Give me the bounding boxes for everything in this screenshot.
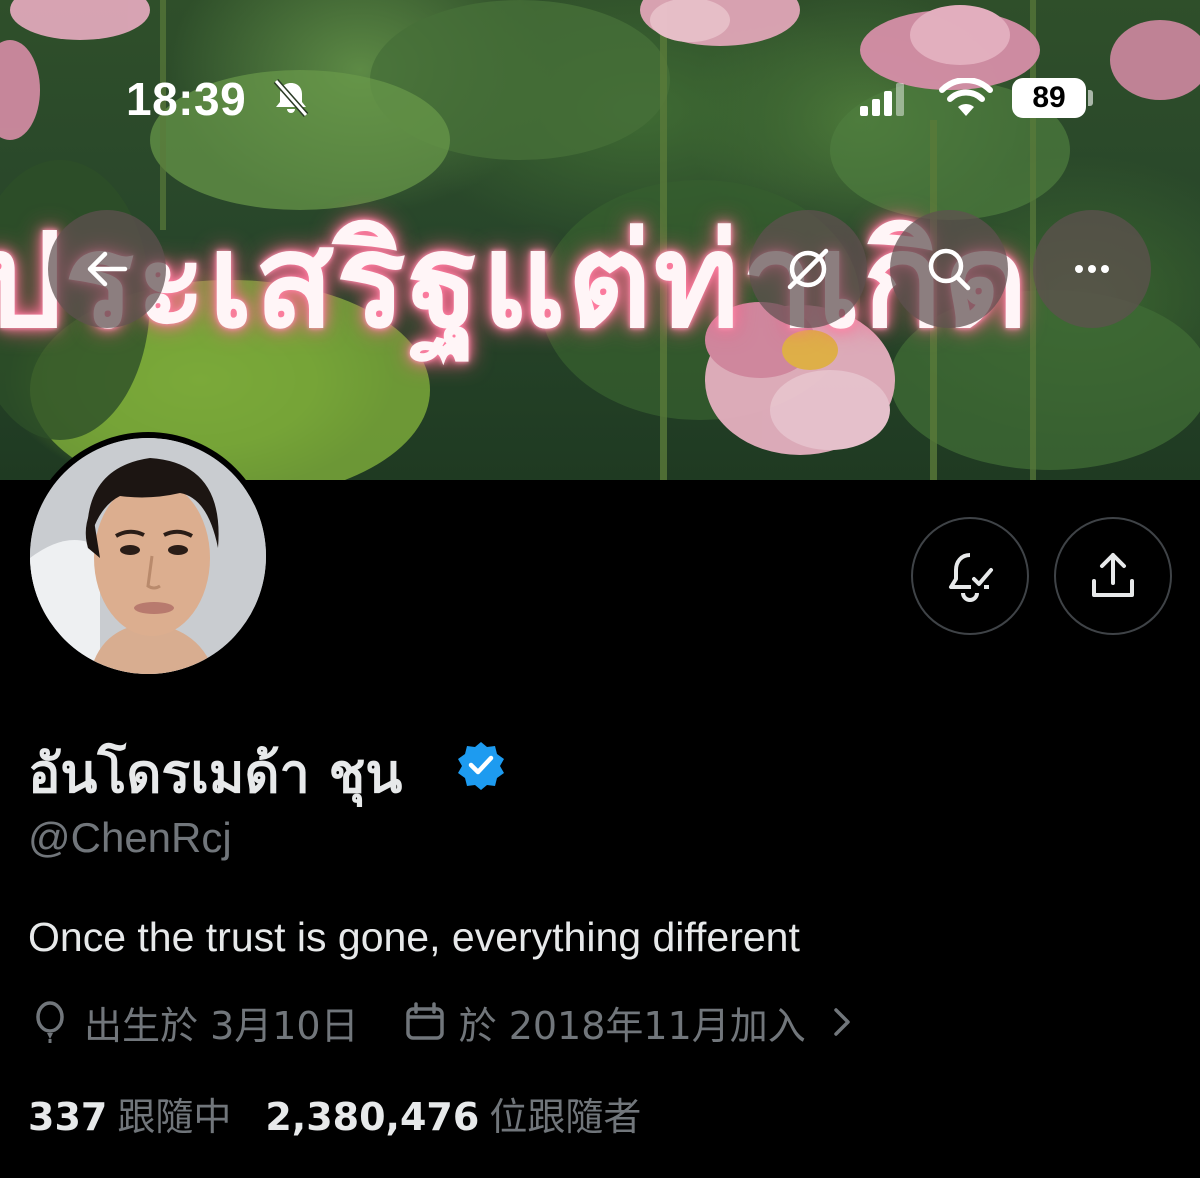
followers-count[interactable]: 2,380,476 xyxy=(265,1095,479,1139)
profile-meta: 出生於 3月10日 於 2018年11月加入 xyxy=(28,996,864,1048)
cellular-signal-icon xyxy=(860,83,904,116)
display-name: อันโดรเมด้า ชุน xyxy=(28,742,403,805)
back-button[interactable] xyxy=(48,210,166,328)
search-icon xyxy=(928,248,971,291)
status-time: 18:39 xyxy=(126,73,247,125)
balloon-icon xyxy=(36,1001,64,1043)
user-handle: @ChenRcj xyxy=(28,814,232,861)
birthday-text: 出生於 3月10日 xyxy=(84,1003,359,1048)
followers-label[interactable]: 位跟隨者 xyxy=(489,1086,641,1141)
wifi-icon xyxy=(939,78,993,116)
joined-item[interactable]: 於 2018年11月加入 xyxy=(403,995,864,1050)
avatar[interactable] xyxy=(24,432,272,680)
grok-button[interactable] xyxy=(749,210,867,328)
more-icon xyxy=(1075,265,1109,273)
profile-bio: Once the trust is gone, everything diffe… xyxy=(28,914,800,960)
bell-muted-icon xyxy=(273,79,309,117)
calendar-icon xyxy=(405,1002,444,1040)
notifications-button[interactable] xyxy=(911,517,1029,635)
battery-icon: 89 xyxy=(1012,78,1086,118)
share-icon xyxy=(1092,553,1134,597)
joined-text: 於 2018年11月加入 xyxy=(458,1003,806,1048)
search-button[interactable] xyxy=(890,210,1008,328)
following-label[interactable]: 跟隨中 xyxy=(117,1086,231,1141)
follow-stats: 337 跟隨中 2,380,476 位跟隨者 xyxy=(28,1086,641,1141)
grok-icon xyxy=(787,248,829,290)
avatar-image xyxy=(30,438,266,674)
avatar-portrait xyxy=(30,438,266,674)
back-arrow-icon xyxy=(87,251,128,287)
notification-bell-icon xyxy=(949,553,993,602)
more-button[interactable] xyxy=(1033,210,1151,328)
chevron-right-icon xyxy=(834,1008,850,1036)
following-count[interactable]: 337 xyxy=(28,1095,107,1139)
share-button[interactable] xyxy=(1054,517,1172,635)
battery-tip xyxy=(1088,90,1093,106)
birthday-item: 出生於 3月10日 xyxy=(28,995,359,1050)
verified-badge-icon[interactable] xyxy=(456,740,506,790)
